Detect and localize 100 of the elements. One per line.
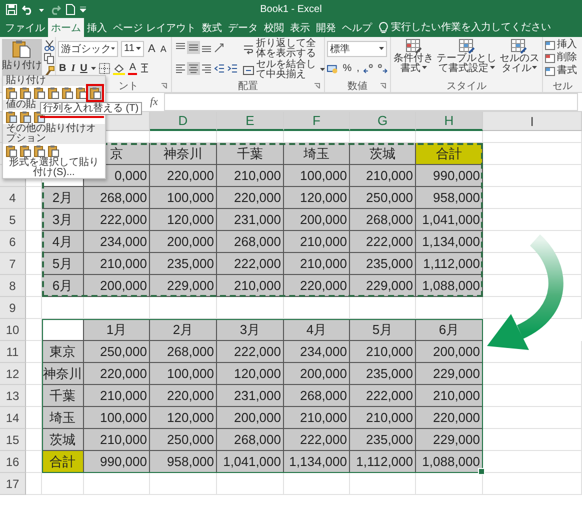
- paste-option-button[interactable]: [46, 86, 60, 100]
- paste-option-button[interactable]: [46, 144, 60, 158]
- number-format-dropdown[interactable]: 標準: [327, 40, 387, 56]
- ribbon-tab[interactable]: 数式: [198, 18, 225, 37]
- font-name-dropdown[interactable]: 游ゴシック: [58, 40, 118, 56]
- decrease-font-button[interactable]: A: [159, 42, 168, 54]
- row-number[interactable]: 4: [0, 187, 26, 209]
- percent-button[interactable]: %: [342, 62, 353, 74]
- paste-option-button[interactable]: [4, 110, 18, 124]
- copy-icon[interactable]: [44, 53, 55, 64]
- column-header[interactable]: I: [483, 112, 582, 131]
- ribbon-tab[interactable]: ヘルプ: [338, 18, 375, 37]
- table-cell: 200,000: [416, 341, 483, 363]
- currency-icon[interactable]: [327, 63, 339, 74]
- paste-option-button[interactable]: [18, 110, 32, 124]
- cells-button[interactable]: 挿入: [545, 39, 580, 51]
- dialog-launcher-icon[interactable]: [161, 83, 167, 89]
- cells-button[interactable]: 削除: [545, 52, 580, 64]
- undo-icon[interactable]: [22, 4, 34, 14]
- empty-cell[interactable]: [284, 473, 350, 495]
- row-number[interactable]: 12: [0, 363, 26, 385]
- text-orientation-icon[interactable]: [213, 41, 226, 54]
- caret-icon[interactable]: [91, 66, 96, 70]
- cells-button[interactable]: 書式: [545, 65, 580, 77]
- row-number[interactable]: 8: [0, 275, 26, 297]
- decrease-indent-icon[interactable]: [213, 62, 226, 75]
- new-document-icon[interactable]: [66, 4, 75, 14]
- paste-option-button[interactable]: [4, 144, 18, 158]
- empty-cell[interactable]: [350, 473, 416, 495]
- caret-icon[interactable]: [80, 4, 86, 14]
- increase-font-button[interactable]: A: [147, 42, 156, 54]
- decrease-decimal-icon[interactable]: [377, 63, 388, 74]
- style-button[interactable]: テーブルとして書式設定: [436, 39, 497, 79]
- row-number[interactable]: 5: [0, 209, 26, 231]
- paste-option-button[interactable]: [60, 86, 74, 100]
- empty-cell[interactable]: [150, 473, 217, 495]
- column-header[interactable]: G: [350, 112, 416, 131]
- redo-icon[interactable]: [49, 4, 61, 14]
- paste-option-button[interactable]: [4, 86, 18, 100]
- paste-option-button[interactable]: [32, 86, 46, 100]
- ribbon-tab[interactable]: 表示: [286, 18, 313, 37]
- ribbon-tab[interactable]: 挿入: [84, 18, 110, 37]
- style-button[interactable]: セルのスタイル: [498, 39, 540, 79]
- borders-icon[interactable]: [99, 63, 110, 74]
- fill-color-icon[interactable]: [113, 62, 126, 74]
- paste-option-button[interactable]: [18, 144, 32, 158]
- table-cell: 1,134,000: [284, 451, 350, 473]
- ribbon-tab[interactable]: 校閲: [260, 18, 287, 37]
- merge-center-button[interactable]: セルを結合して中央揃え: [243, 60, 325, 80]
- ribbon-tab[interactable]: データ: [224, 18, 261, 37]
- fill-handle[interactable]: [478, 468, 485, 475]
- paste-option-button[interactable]: [86, 84, 104, 102]
- dialog-launcher-icon[interactable]: [380, 83, 386, 89]
- row-number[interactable]: 14: [0, 407, 26, 429]
- paste-option-button[interactable]: [32, 144, 46, 158]
- row-number[interactable]: 10: [0, 319, 26, 341]
- row-number[interactable]: 13: [0, 385, 26, 407]
- style-button[interactable]: 条件付き書式: [393, 39, 434, 79]
- row-number[interactable]: 15: [0, 429, 26, 451]
- horizontal-align-icon[interactable]: [174, 62, 187, 75]
- empty-cell[interactable]: [483, 473, 582, 495]
- paste-option-button[interactable]: [74, 86, 88, 100]
- empty-cell[interactable]: [42, 473, 84, 495]
- increase-indent-icon[interactable]: [226, 62, 239, 75]
- comma-style-button[interactable]: ,: [356, 62, 360, 74]
- scissors-icon[interactable]: [44, 40, 55, 51]
- empty-cell[interactable]: [217, 473, 284, 495]
- increase-decimal-icon[interactable]: [363, 63, 374, 74]
- horizontal-align-icon[interactable]: [187, 62, 200, 75]
- row-number[interactable]: 7: [0, 253, 26, 275]
- font-size-dropdown[interactable]: 11: [121, 40, 144, 56]
- ribbon-tab[interactable]: ホーム: [48, 18, 84, 37]
- table-cell: 210,000: [284, 253, 350, 275]
- font-style-button[interactable]: I: [70, 62, 76, 74]
- row-number[interactable]: 6: [0, 231, 26, 253]
- column-header[interactable]: F: [284, 112, 350, 131]
- column-header[interactable]: E: [217, 112, 284, 131]
- dialog-launcher-icon[interactable]: [314, 83, 320, 89]
- column-header[interactable]: H: [416, 112, 483, 131]
- ribbon-tab[interactable]: ファイル: [2, 18, 48, 37]
- font-color-button[interactable]: A: [128, 62, 138, 74]
- paste-option-button[interactable]: [18, 86, 32, 100]
- column-header[interactable]: D: [150, 112, 217, 131]
- row-number[interactable]: 16: [0, 451, 26, 473]
- font-style-button[interactable]: U: [79, 62, 88, 74]
- ribbon-tab[interactable]: ページ レイアウト: [110, 18, 199, 37]
- empty-cell[interactable]: [84, 473, 150, 495]
- formula-input[interactable]: [164, 93, 578, 111]
- phonetic-guide-icon[interactable]: [140, 63, 150, 74]
- font-style-button[interactable]: B: [58, 62, 68, 74]
- horizontal-align-icon[interactable]: [200, 62, 213, 75]
- row-number[interactable]: 9: [0, 297, 26, 319]
- vertical-align-icon[interactable]: [187, 41, 200, 54]
- wrap-text-button[interactable]: 折り返して全体を表示する: [243, 39, 325, 59]
- ribbon-tab[interactable]: 開発: [312, 18, 339, 37]
- format-painter-icon[interactable]: [44, 66, 55, 77]
- insert-function-button[interactable]: fx: [150, 96, 158, 108]
- save-icon[interactable]: [6, 4, 17, 14]
- row-number[interactable]: 17: [0, 473, 26, 495]
- row-number[interactable]: 11: [0, 341, 26, 363]
